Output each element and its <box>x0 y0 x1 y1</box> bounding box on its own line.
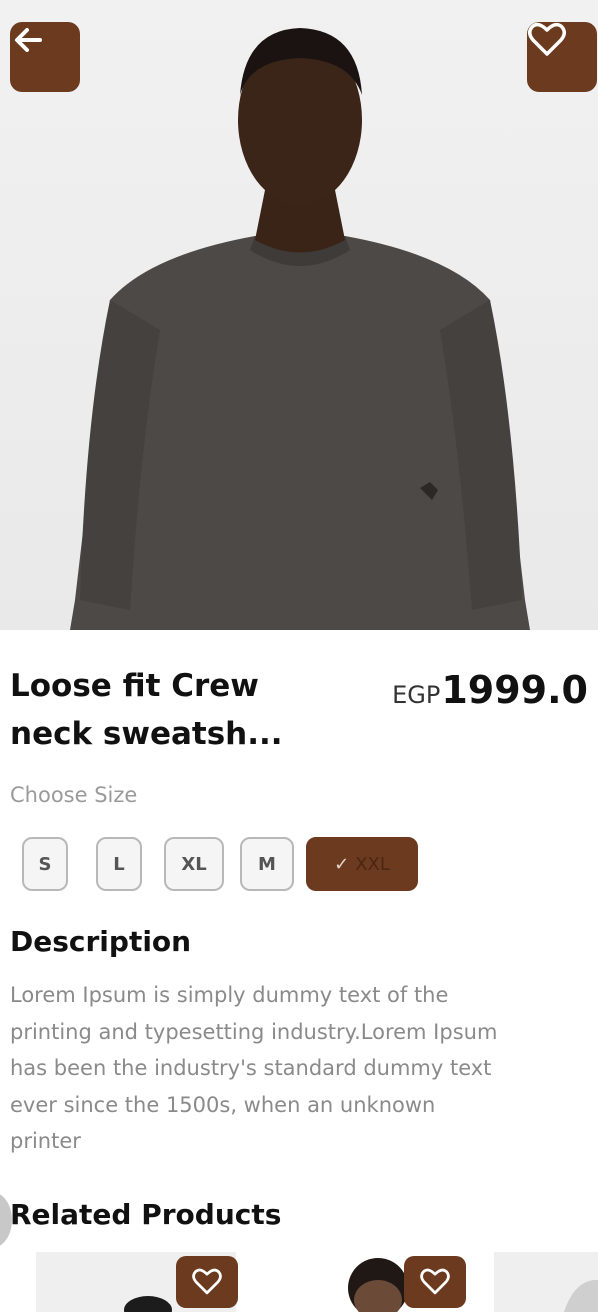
size-label: XL <box>181 853 207 875</box>
description-title: Description <box>10 925 192 958</box>
heart-outline-icon <box>192 1268 222 1295</box>
related-products-title: Related Products <box>10 1198 282 1231</box>
product-photo <box>70 28 530 630</box>
heart-outline-icon <box>528 22 566 56</box>
favorite-button[interactable] <box>527 22 597 92</box>
description-text: Lorem Ipsum is simply dummy text of the … <box>10 977 588 1160</box>
heart-outline-icon <box>420 1268 450 1295</box>
product-title: Loose fit Crew neck sweatsh... <box>10 662 310 758</box>
price-value: 1999.0 <box>441 668 588 712</box>
product-price: EGP 1999.0 <box>392 668 588 712</box>
size-label: S <box>38 853 52 875</box>
related-product-card[interactable] <box>494 1252 598 1312</box>
size-option-m[interactable]: M <box>240 837 294 891</box>
related-favorite-button[interactable] <box>176 1256 238 1308</box>
back-button[interactable] <box>10 22 80 92</box>
size-label: M <box>258 853 276 875</box>
description-line: printing and typesetting industry.Lorem … <box>10 1019 498 1044</box>
size-option-l[interactable]: L <box>96 837 142 891</box>
product-title-line-1: Loose fit Crew <box>10 668 259 704</box>
related-favorite-button[interactable] <box>404 1256 466 1308</box>
description-line: Lorem Ipsum is simply dummy text of the <box>10 983 449 1007</box>
size-option-xl[interactable]: XL <box>164 837 224 891</box>
related-product-image <box>564 1280 598 1312</box>
description-line: ever since the 1500s, when an unknown <box>10 1092 436 1117</box>
check-icon: ✓ <box>334 853 350 875</box>
size-option-s[interactable]: S <box>22 837 68 891</box>
description-line: printer <box>10 1129 81 1153</box>
size-option-xxl[interactable]: ✓ XXL <box>306 837 418 891</box>
arrow-left-icon <box>15 28 42 52</box>
price-currency: EGP <box>392 681 441 709</box>
size-label: XXL <box>355 853 390 875</box>
description-line: has been the industry's standard dummy t… <box>10 1056 492 1080</box>
choose-size-label: Choose Size <box>10 783 138 807</box>
product-title-line-2: neck sweatsh... <box>10 716 283 752</box>
product-image <box>0 0 598 630</box>
size-label: L <box>113 853 125 875</box>
